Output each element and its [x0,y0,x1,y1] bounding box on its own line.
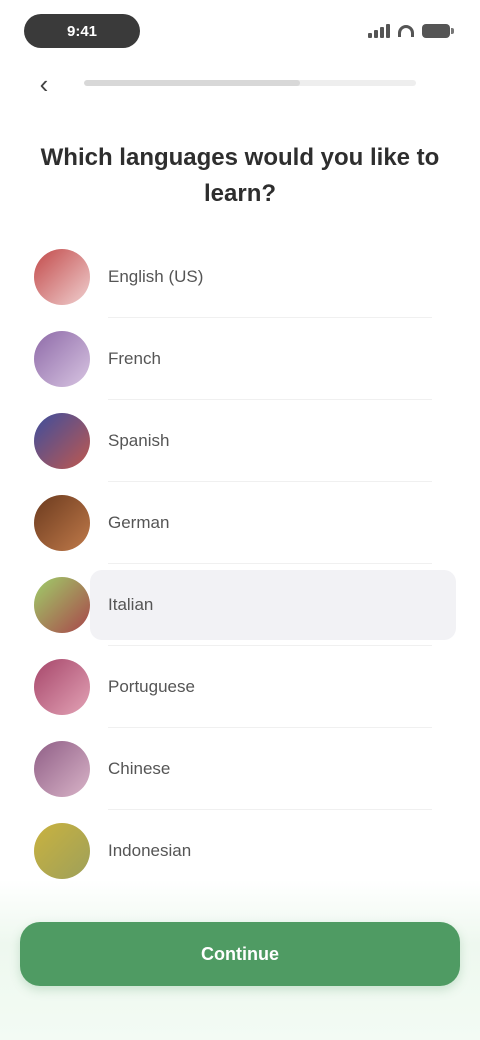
battery-icon [422,24,454,38]
language-item-fr[interactable]: French [0,318,480,400]
flag-icon [34,659,90,715]
top-nav: ‹ [24,66,456,102]
language-item-en[interactable]: English (US) [0,236,480,318]
continue-button[interactable]: Continue [20,922,460,986]
flag-icon [34,331,90,387]
language-label: English (US) [108,267,204,286]
back-icon[interactable]: ‹ [24,66,64,102]
flag-icon [34,741,90,797]
page-title: Which languages would you like to learn? [40,144,440,207]
language-label: Spanish [108,431,170,450]
progress-fill [84,80,300,86]
language-label: Chinese [108,759,171,778]
status-time: 9:41 [24,14,140,48]
language-item-it[interactable]: Italian [0,564,480,646]
language-item-de[interactable]: German [0,482,480,564]
flag-icon [34,577,90,633]
flag-icon [34,413,90,469]
language-label: German [108,513,170,532]
language-list: English (US) French Spanish German Itali… [0,236,480,896]
language-label: Indonesian [108,841,192,860]
signal-icon [368,24,390,38]
progress-bar [84,80,416,86]
status-bar: 9:41 [0,0,480,62]
language-item-pt[interactable]: Portuguese [0,646,480,728]
flag-icon [34,495,90,551]
flag-icon [34,249,90,305]
language-label: Portuguese [108,677,195,696]
language-item-zh[interactable]: Chinese [0,728,480,810]
language-item-es[interactable]: Spanish [0,400,480,482]
language-label: Italian [108,595,154,614]
status-icons [368,22,454,40]
flag-icon [34,823,90,879]
wifi-icon [398,25,414,37]
language-label: French [108,349,161,368]
